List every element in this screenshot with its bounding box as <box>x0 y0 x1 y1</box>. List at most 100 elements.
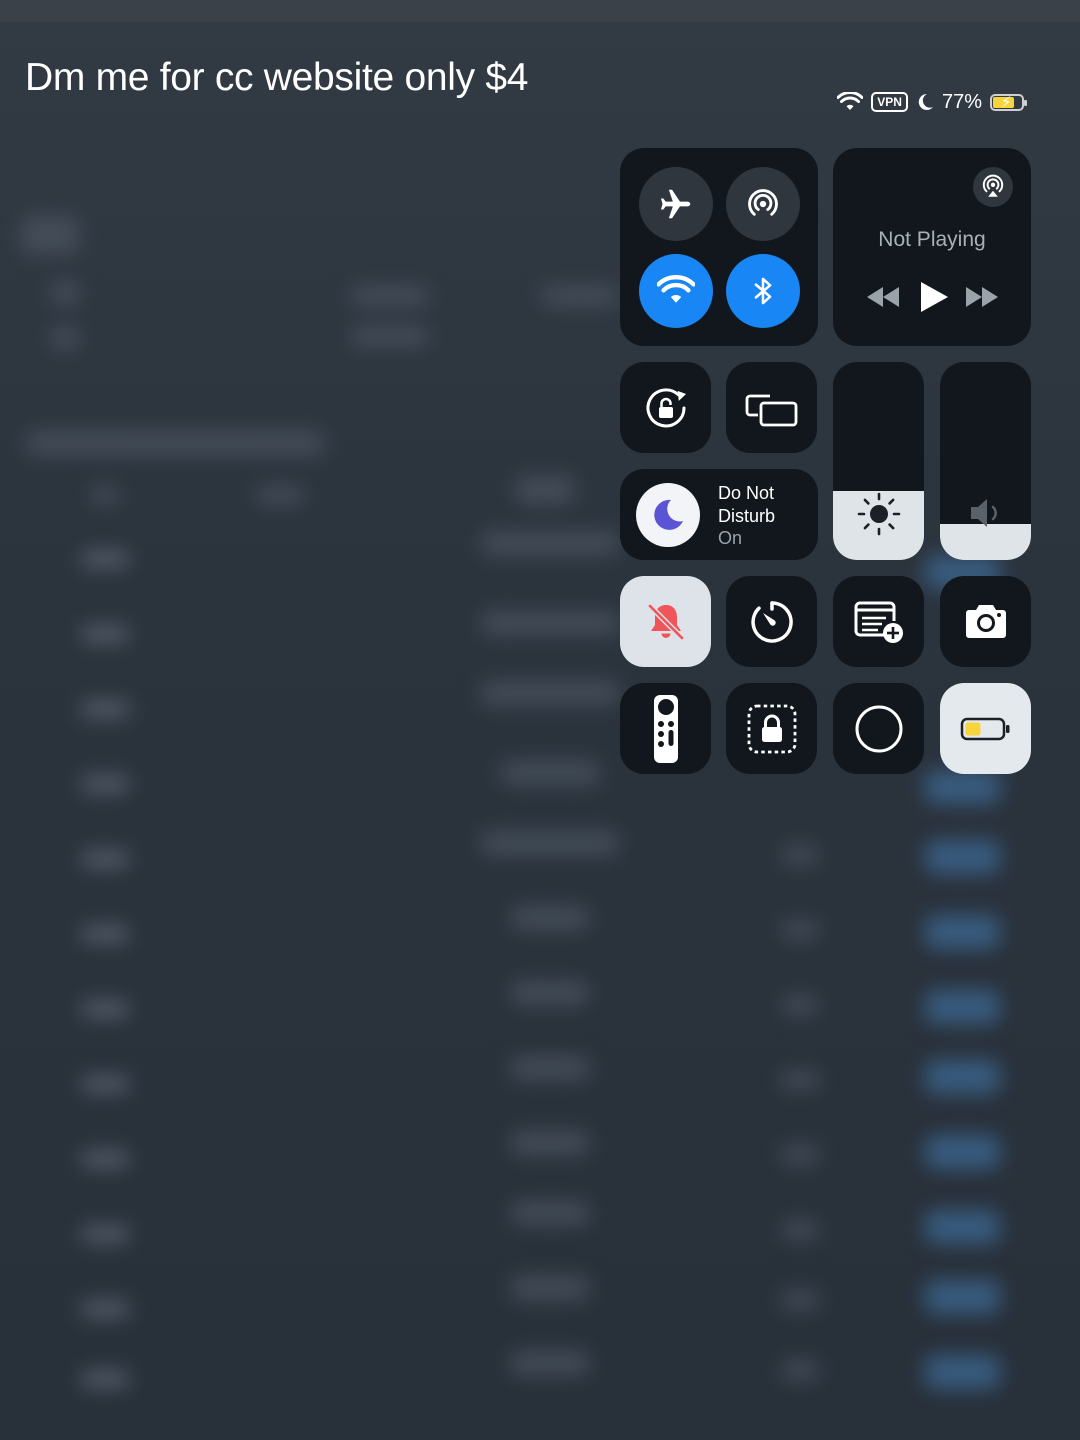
quick-note-button[interactable] <box>833 576 924 667</box>
volume-slider[interactable] <box>940 362 1031 560</box>
blurred-element <box>20 215 80 255</box>
blurred-element <box>925 915 1000 949</box>
moon-icon <box>654 499 683 530</box>
play-icon[interactable] <box>918 280 950 314</box>
blurred-element <box>350 285 430 307</box>
blurred-element <box>515 475 575 505</box>
orientation-lock-button[interactable] <box>620 362 711 453</box>
airplane-mode-button[interactable] <box>639 167 713 241</box>
blurred-element <box>510 1055 590 1081</box>
blurred-element <box>510 1350 590 1376</box>
background-top-bar <box>0 0 1080 22</box>
wifi-button[interactable] <box>639 254 713 328</box>
quick-note-icon <box>854 601 903 643</box>
blurred-element <box>780 920 820 940</box>
low-power-fill <box>965 722 980 735</box>
blurred-element <box>25 430 325 456</box>
blurred-element <box>50 325 80 351</box>
screen-mirroring-button[interactable] <box>726 362 817 453</box>
wifi-icon <box>657 275 695 303</box>
blurred-element <box>780 845 820 865</box>
airplay-button[interactable] <box>973 167 1013 207</box>
vpn-badge: VPN <box>871 92 908 112</box>
blurred-element <box>480 830 620 856</box>
brightness-slider[interactable] <box>833 362 924 560</box>
screen-recording-button[interactable] <box>833 683 924 774</box>
record-icon <box>855 705 902 752</box>
blurred-element <box>80 1075 130 1093</box>
blurred-element <box>780 1220 820 1240</box>
blurred-element <box>925 840 1000 874</box>
connectivity-module <box>620 148 818 346</box>
bluetooth-icon <box>754 277 772 305</box>
blurred-element <box>925 1060 1000 1094</box>
blurred-element <box>925 1210 1000 1244</box>
blurred-element <box>510 1275 590 1301</box>
blurred-element <box>255 485 305 505</box>
focus-label: Do Not Disturb On <box>718 482 775 550</box>
blurred-element <box>925 1355 1000 1389</box>
camera-icon <box>965 604 1006 638</box>
airplay-icon <box>982 174 1004 197</box>
blurred-element <box>80 1300 130 1318</box>
airdrop-button[interactable] <box>726 167 800 241</box>
focus-icon-circle <box>636 483 700 547</box>
blurred-element <box>80 700 130 718</box>
focus-title-line1: Do Not <box>718 483 775 503</box>
blurred-element <box>80 625 130 643</box>
airdrop-icon <box>748 189 778 216</box>
rotation-lock-icon <box>646 387 686 427</box>
blurred-element <box>510 980 590 1006</box>
focus-do-not-disturb[interactable]: Do Not Disturb On <box>620 469 818 560</box>
sun-icon <box>857 492 901 536</box>
blurred-element <box>480 530 620 556</box>
guided-access-icon <box>747 704 796 753</box>
blurred-element <box>350 325 430 347</box>
silent-mode-button[interactable] <box>620 576 711 667</box>
battery-icon <box>960 717 1009 740</box>
blurred-element <box>510 1200 590 1226</box>
bluetooth-button[interactable] <box>726 254 800 328</box>
focus-state: On <box>718 528 743 548</box>
blurred-element <box>80 550 130 568</box>
blurred-element <box>80 1150 130 1168</box>
blurred-element <box>50 280 80 306</box>
charging-bolt-icon: ⚡ <box>1001 93 1012 111</box>
blurred-element <box>500 760 600 786</box>
now-playing-label: Not Playing <box>878 228 986 251</box>
low-power-mode-button[interactable] <box>940 683 1031 774</box>
rewind-icon[interactable] <box>865 284 901 310</box>
blurred-element <box>80 775 130 793</box>
speaker-icon <box>971 499 997 527</box>
remote-icon <box>653 694 678 763</box>
fast-forward-icon[interactable] <box>964 284 1000 310</box>
blurred-element <box>80 925 130 943</box>
blurred-element <box>925 990 1000 1024</box>
blurred-element <box>540 285 620 307</box>
timer-icon <box>750 600 793 643</box>
blurred-element <box>780 1145 820 1165</box>
apple-tv-remote-button[interactable] <box>620 683 711 774</box>
timer-button[interactable] <box>726 576 817 667</box>
camera-button[interactable] <box>940 576 1031 667</box>
blurred-element <box>480 680 620 706</box>
blurred-element <box>510 1130 590 1156</box>
blurred-element <box>80 1000 130 1018</box>
airplane-icon <box>660 189 691 219</box>
moon-icon <box>918 93 933 110</box>
screen-mirroring-icon <box>745 394 797 426</box>
blurred-element <box>925 1135 1000 1169</box>
blurred-element <box>80 850 130 868</box>
blurred-element <box>780 1290 820 1310</box>
blurred-element <box>780 1360 820 1380</box>
blurred-element <box>90 485 120 505</box>
guided-access-button[interactable] <box>726 683 817 774</box>
status-bar: VPN 77% ⚡ <box>837 88 1027 116</box>
now-playing-module[interactable]: Not Playing <box>833 148 1031 346</box>
blurred-element <box>780 995 820 1015</box>
blurred-element <box>780 1070 820 1090</box>
caption-text: Dm me for cc website only $4 <box>25 56 529 99</box>
blurred-element <box>925 1280 1000 1314</box>
wifi-icon <box>837 92 864 110</box>
bell-slash-icon <box>645 601 686 642</box>
